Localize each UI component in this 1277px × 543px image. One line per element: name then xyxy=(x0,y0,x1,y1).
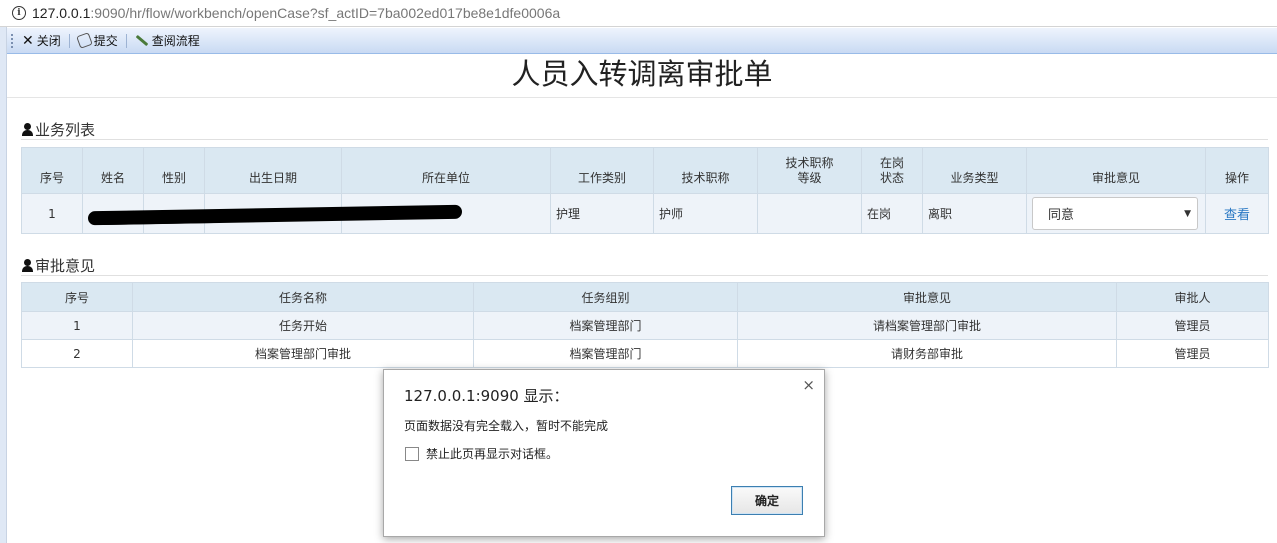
opinion-cell: 请档案管理部门审批 xyxy=(737,311,1117,340)
close-icon[interactable]: × xyxy=(802,376,815,394)
submit-icon xyxy=(75,32,93,49)
approver-cell: 管理员 xyxy=(1116,339,1269,368)
chevron-down-icon: ▼ xyxy=(1184,208,1191,219)
opinion-select[interactable]: 同意 ▼ xyxy=(1032,197,1198,230)
toolbar: ✕ 关闭 提交 查阅流程 xyxy=(7,28,1277,54)
checkbox-label: 禁止此页再显示对话框。 xyxy=(426,447,559,461)
column-header: 序号 xyxy=(21,147,83,194)
table-row: 1 任务开始 档案管理部门 请档案管理部门审批 管理员 xyxy=(21,311,1269,340)
column-header: 技术职称 等级 xyxy=(757,147,862,194)
approval-table: 序号 任务名称 任务组别 审批意见 审批人 1 任务开始 档案管理部门 请档案管… xyxy=(21,282,1269,368)
alert-dialog: 127.0.0.1:9090 显示： × 页面数据没有完全载入，暂时不能完成 禁… xyxy=(383,369,825,537)
column-header: 姓名 xyxy=(82,147,144,194)
user-icon xyxy=(21,259,34,272)
toolbar-separator xyxy=(125,33,127,48)
column-header: 任务名称 xyxy=(132,282,474,312)
column-header: 所在单位 xyxy=(341,147,551,194)
column-header: 审批意见 xyxy=(737,282,1117,312)
column-header: 在岗 状态 xyxy=(861,147,923,194)
user-icon xyxy=(21,123,34,136)
column-header: 任务组别 xyxy=(473,282,738,312)
table-row: 2 档案管理部门审批 档案管理部门 请财务部审批 管理员 xyxy=(21,339,1269,368)
column-header: 审批意见 xyxy=(1026,147,1206,194)
page-title: 人员入转调离审批单 xyxy=(7,54,1277,98)
table-header-row: 序号 任务名称 任务组别 审批意见 审批人 xyxy=(21,282,1269,312)
close-icon: ✕ xyxy=(22,32,34,49)
group-cell: 档案管理部门 xyxy=(473,311,738,340)
column-header: 业务类型 xyxy=(922,147,1027,194)
row-index: 2 xyxy=(21,339,133,368)
approval-heading: 审批意见 xyxy=(21,256,1268,276)
group-cell: 档案管理部门 xyxy=(473,339,738,368)
suppress-dialog-option[interactable]: 禁止此页再显示对话框。 xyxy=(405,445,558,462)
column-header: 审批人 xyxy=(1116,282,1269,312)
approver-cell: 管理员 xyxy=(1116,311,1269,340)
view-link[interactable]: 查看 xyxy=(1224,208,1250,223)
column-header: 工作类别 xyxy=(550,147,654,194)
business-type-cell: 离职 xyxy=(922,193,1027,234)
dialog-message: 页面数据没有完全载入，暂时不能完成 xyxy=(404,419,609,433)
business-list-heading: 业务列表 xyxy=(21,120,1268,140)
column-header: 技术职称 xyxy=(653,147,758,194)
column-header: 序号 xyxy=(21,282,133,312)
column-header: 性别 xyxy=(143,147,205,194)
opinion-cell: 请财务部审批 xyxy=(737,339,1117,368)
left-frame-strip xyxy=(0,27,7,543)
table-header-row: 序号 姓名 性别 出生日期 所在单位 工作类别 技术职称 技术职称 等级 在岗 … xyxy=(21,147,1269,194)
suppress-checkbox[interactable] xyxy=(405,446,419,461)
toolbar-grip xyxy=(11,33,14,48)
dialog-title: 127.0.0.1:9090 显示： xyxy=(404,387,569,405)
status-cell: 在岗 xyxy=(861,193,923,234)
column-header: 出生日期 xyxy=(204,147,342,194)
toolbar-separator xyxy=(68,33,70,48)
row-index: 1 xyxy=(21,193,83,234)
row-index: 1 xyxy=(21,311,133,340)
url-text[interactable]: 127.0.0.1:9090/hr/flow/workbench/openCas… xyxy=(32,5,560,21)
action-cell: 查看 xyxy=(1205,193,1269,234)
flow-icon xyxy=(135,34,149,47)
info-icon[interactable]: i xyxy=(12,6,26,20)
column-header: 操作 xyxy=(1205,147,1269,194)
address-bar[interactable]: i 127.0.0.1:9090/hr/flow/workbench/openC… xyxy=(0,0,1277,27)
view-flow-button[interactable]: 查阅流程 xyxy=(131,31,204,51)
close-button[interactable]: ✕ 关闭 xyxy=(18,31,65,51)
task-cell: 档案管理部门审批 xyxy=(132,339,474,368)
tech-level-cell xyxy=(757,193,862,234)
task-cell: 任务开始 xyxy=(132,311,474,340)
ok-button[interactable]: 确定 xyxy=(731,486,803,515)
submit-button[interactable]: 提交 xyxy=(74,31,122,51)
tech-title-cell: 护师 xyxy=(653,193,758,234)
opinion-cell: 同意 ▼ xyxy=(1026,193,1206,234)
work-category-cell: 护理 xyxy=(550,193,654,234)
